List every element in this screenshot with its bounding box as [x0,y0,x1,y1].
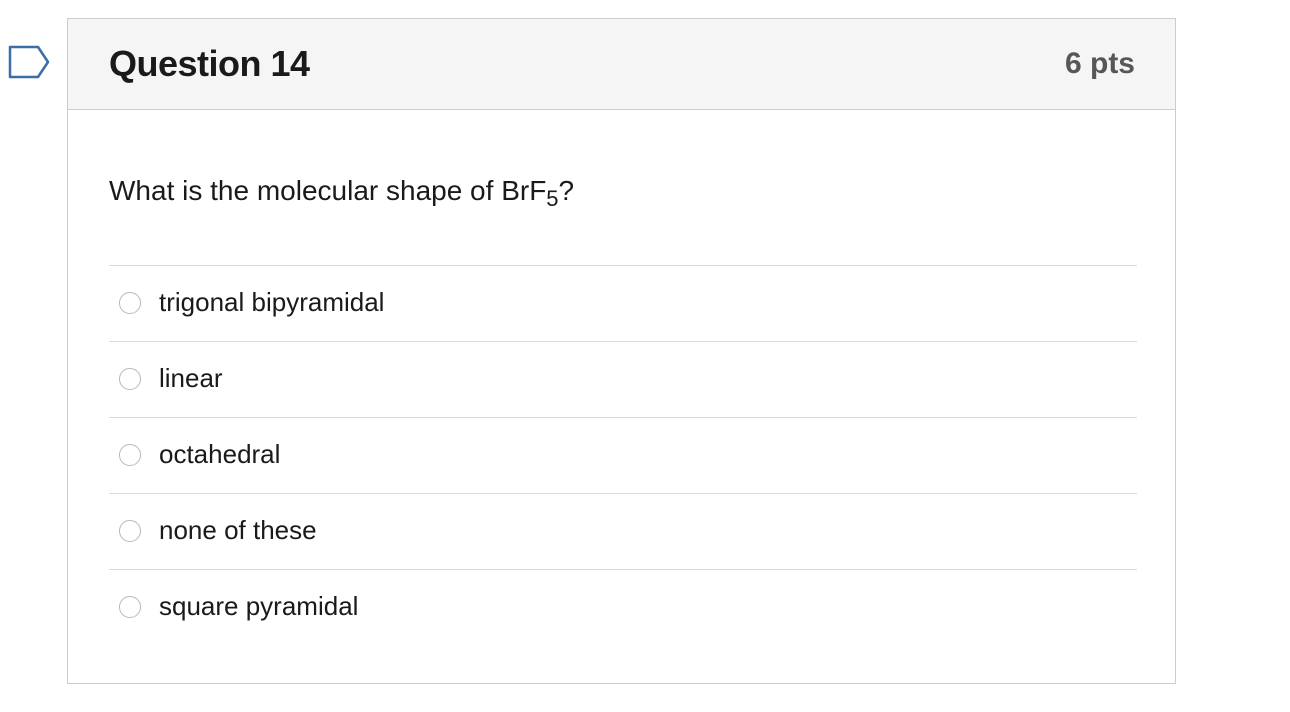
answer-label: trigonal bipyramidal [159,287,385,317]
radio-button[interactable] [119,292,141,314]
answer-label: none of these [159,515,317,545]
answer-label: linear [159,363,223,393]
radio-button[interactable] [119,520,141,542]
question-text-subscript: 5 [546,186,559,211]
question-points: 6 pts [1064,47,1135,80]
answer-list: trigonal bipyramidal linear octahedral n… [109,265,1137,645]
question-title: Question 14 [109,43,310,84]
radio-button[interactable] [119,444,141,466]
answer-option[interactable]: none of these [109,493,1137,569]
answer-option[interactable]: octahedral [109,417,1137,493]
question-text-prefix: What is the molecular shape of BrF [109,175,547,206]
answer-label: square pyramidal [159,591,359,621]
answer-label: octahedral [159,439,281,469]
answer-option[interactable]: linear [109,341,1137,417]
answer-option[interactable]: trigonal bipyramidal [109,265,1137,341]
question-text: What is the molecular shape of BrF5? [109,175,575,210]
radio-button[interactable] [119,596,141,618]
radio-button[interactable] [119,368,141,390]
answer-option[interactable]: square pyramidal [109,569,1137,645]
flag-question-icon[interactable] [8,45,50,79]
question-text-suffix: ? [558,175,575,206]
question-header: Question 14 6 pts [68,19,1175,110]
question-card: Question 14 6 pts What is the molecular … [67,18,1176,684]
